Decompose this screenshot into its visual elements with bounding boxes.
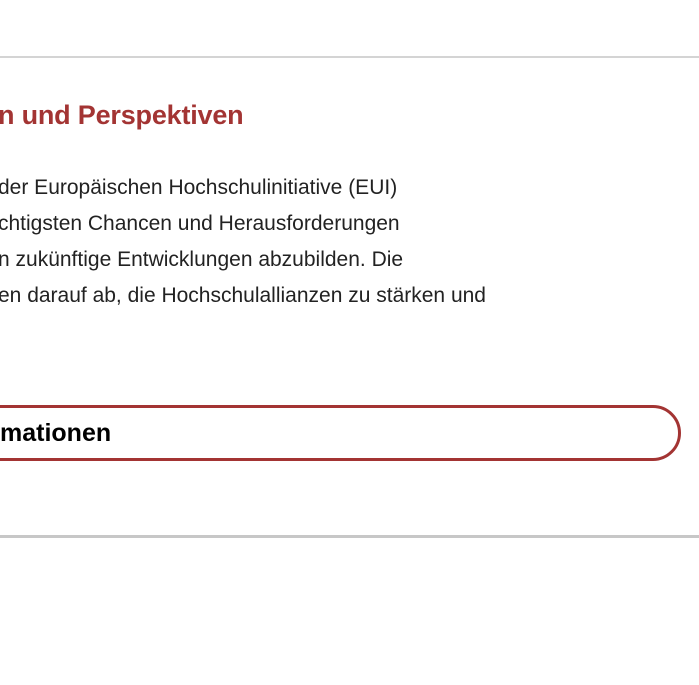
more-information-label: mationen	[0, 419, 112, 447]
top-divider	[0, 56, 699, 58]
section-body: der Europäischen Hochschulinitiative (EU…	[0, 170, 699, 314]
body-line: chtigsten Chancen und Herausforderungen	[0, 212, 400, 235]
body-line: der Europäischen Hochschulinitiative (EU…	[0, 176, 398, 199]
body-line: n zukünftige Entwicklungen abzubilden. D…	[0, 248, 404, 271]
section-title: n und Perspektiven	[0, 100, 244, 130]
body-line: en darauf ab, die Hochschulallianzen zu …	[0, 284, 486, 307]
page: n und Perspektiven der Europäischen Hoch…	[0, 0, 699, 685]
bottom-divider	[0, 535, 699, 538]
more-information-button[interactable]: mationen	[0, 405, 681, 461]
